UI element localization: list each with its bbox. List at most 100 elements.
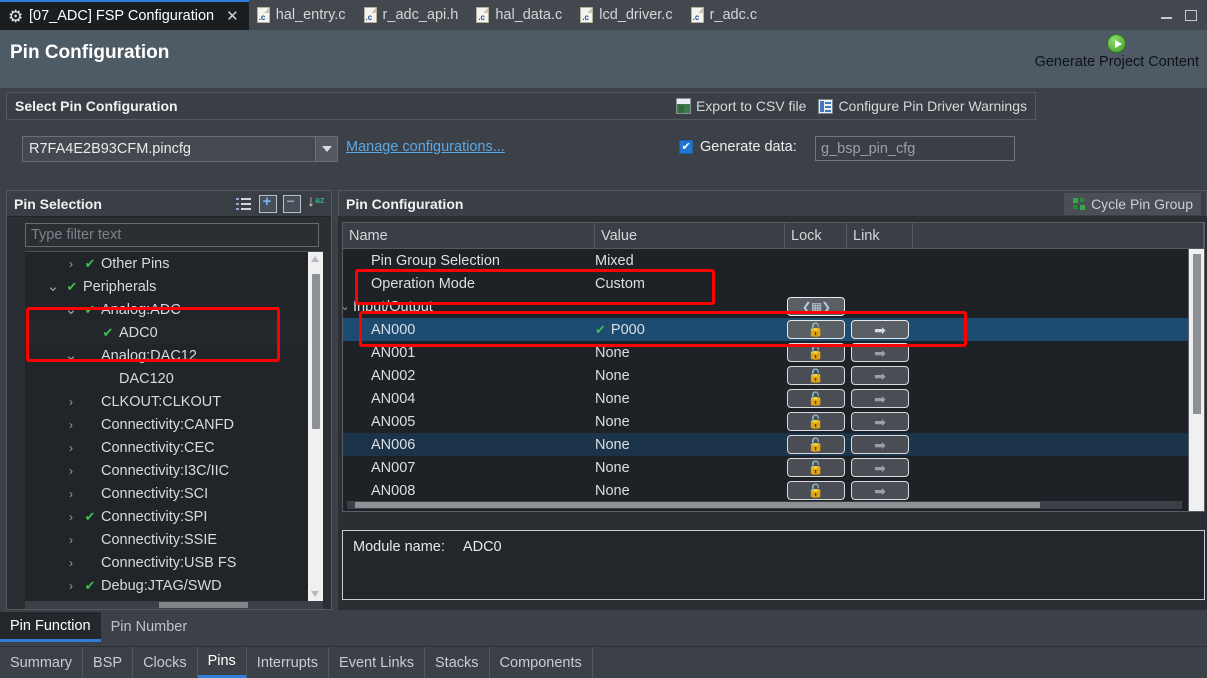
editor-tab-lcd-driver-c[interactable]: lcd_driver.c — [572, 0, 682, 30]
link-button[interactable]: ➡ — [851, 366, 909, 385]
minimize-icon[interactable] — [1161, 10, 1173, 21]
table-horizontal-scrollbar[interactable] — [347, 501, 1182, 509]
cell-value[interactable]: Custom — [595, 276, 785, 292]
tree-item[interactable]: ›Connectivity:CEC — [25, 436, 323, 459]
chevron-right-icon[interactable]: › — [61, 464, 81, 478]
link-button[interactable]: ➡ — [851, 435, 909, 454]
chevron-right-icon[interactable]: › — [61, 556, 81, 570]
expand-all-icon[interactable] — [259, 195, 277, 213]
pin-group-button[interactable]: ❮▦❯ — [787, 297, 845, 316]
cell-value[interactable]: None — [595, 368, 785, 384]
tree-item[interactable]: ✔ADC0 — [25, 321, 323, 344]
tab-components[interactable]: Components — [490, 647, 593, 678]
tab-summary[interactable]: Summary — [0, 647, 83, 678]
table-row[interactable]: Pin Group SelectionMixed — [343, 249, 1204, 272]
scrollbar-thumb[interactable] — [159, 602, 248, 608]
editor-tab-r-adc-api-h[interactable]: r_adc_api.h — [356, 0, 469, 30]
lock-toggle-button[interactable]: 🔓 — [787, 343, 845, 362]
tree-item[interactable]: ›Connectivity:SCI — [25, 482, 323, 505]
editor-tab-fsp-configuration[interactable]: [07_ADC] FSP Configuration ✕ — [0, 0, 249, 30]
table-row[interactable]: AN004None🔓➡ — [343, 387, 1204, 410]
generate-data-checkbox[interactable] — [679, 140, 693, 154]
export-to-csv-button[interactable]: Export to CSV file — [672, 97, 811, 115]
chevron-right-icon[interactable]: › — [61, 418, 81, 432]
tree-item[interactable]: ⌄Analog:DAC12 — [25, 344, 323, 367]
tree-horizontal-scrollbar[interactable] — [25, 601, 323, 609]
tab-pin-number[interactable]: Pin Number — [101, 612, 198, 642]
link-button[interactable]: ➡ — [851, 481, 909, 500]
tree-vertical-scrollbar[interactable] — [308, 252, 323, 601]
cycle-pin-group-button[interactable]: Cycle Pin Group — [1064, 193, 1201, 215]
cell-value[interactable]: None — [595, 437, 785, 453]
maximize-icon[interactable] — [1185, 10, 1197, 21]
lock-toggle-button[interactable]: 🔓 — [787, 412, 845, 431]
link-button[interactable]: ➡ — [851, 458, 909, 477]
chevron-right-icon[interactable]: › — [61, 579, 81, 593]
tree-item[interactable]: ›✔Connectivity:SPI — [25, 505, 323, 528]
table-row[interactable]: AN002None🔓➡ — [343, 364, 1204, 387]
chevron-right-icon[interactable]: › — [61, 395, 81, 409]
tree-item[interactable]: ›Connectivity:I3C/IIC — [25, 459, 323, 482]
chevron-down-icon[interactable] — [315, 137, 337, 161]
chevron-down-icon[interactable]: ⌄ — [61, 352, 81, 360]
tab-pins[interactable]: Pins — [198, 647, 247, 678]
table-row[interactable]: ⌄Input/Output❮▦❯ — [343, 295, 1204, 318]
table-row[interactable]: AN000✔P000🔓➡ — [343, 318, 1204, 341]
scrollbar-thumb[interactable] — [1193, 254, 1201, 414]
tab-event-links[interactable]: Event Links — [329, 647, 425, 678]
table-row[interactable]: AN008None🔓➡ — [343, 479, 1204, 502]
editor-tab-r-adc-c[interactable]: r_adc.c — [683, 0, 768, 30]
scrollbar-thumb[interactable] — [355, 502, 1040, 508]
tab-pin-function[interactable]: Pin Function — [0, 612, 101, 642]
link-button[interactable]: ➡ — [851, 320, 909, 339]
cell-value[interactable]: None — [595, 345, 785, 361]
link-button[interactable]: ➡ — [851, 389, 909, 408]
lock-toggle-button[interactable]: 🔓 — [787, 320, 845, 339]
tree-item[interactable]: ›Connectivity:USB FS — [25, 551, 323, 574]
table-vertical-scrollbar[interactable] — [1188, 249, 1204, 511]
lock-toggle-button[interactable]: 🔓 — [787, 481, 845, 500]
column-header-name[interactable]: Name — [343, 223, 595, 248]
manage-configurations-link[interactable]: Manage configurations... — [346, 139, 505, 155]
table-row[interactable]: AN001None🔓➡ — [343, 341, 1204, 364]
chevron-right-icon[interactable]: › — [61, 487, 81, 501]
lock-toggle-button[interactable]: 🔓 — [787, 366, 845, 385]
generate-project-content-button[interactable]: Generate Project Content — [1035, 34, 1199, 70]
tab-bsp[interactable]: BSP — [83, 647, 133, 678]
tree-item[interactable]: ›Connectivity:SSIE — [25, 528, 323, 551]
chevron-down-icon[interactable]: ⌄ — [61, 306, 81, 314]
chevron-right-icon[interactable]: › — [61, 441, 81, 455]
close-icon[interactable]: ✕ — [226, 7, 239, 25]
configure-pin-driver-warnings-button[interactable]: Configure Pin Driver Warnings — [814, 97, 1031, 115]
editor-tab-hal-data-c[interactable]: hal_data.c — [468, 0, 572, 30]
tree-item[interactable]: ›CLKOUT:CLKOUT — [25, 390, 323, 413]
table-row[interactable]: AN005None🔓➡ — [343, 410, 1204, 433]
tree-item[interactable]: ›✔Other Pins — [25, 252, 323, 275]
cell-value[interactable]: None — [595, 483, 785, 499]
chevron-down-icon[interactable]: ⌄ — [43, 283, 63, 291]
chevron-right-icon[interactable]: › — [61, 510, 81, 524]
tab-clocks[interactable]: Clocks — [133, 647, 198, 678]
column-header-value[interactable]: Value — [595, 223, 785, 248]
chevron-right-icon[interactable]: › — [61, 533, 81, 547]
filter-input[interactable]: Type filter text — [25, 223, 319, 247]
sort-az-icon[interactable] — [307, 195, 325, 213]
table-row[interactable]: Operation ModeCustom — [343, 272, 1204, 295]
link-button[interactable]: ➡ — [851, 343, 909, 362]
cell-value[interactable]: None — [595, 460, 785, 476]
link-button[interactable]: ➡ — [851, 412, 909, 431]
tab-interrupts[interactable]: Interrupts — [247, 647, 329, 678]
cell-value[interactable]: ✔P000 — [595, 322, 785, 338]
tree-item[interactable]: ›Connectivity:CANFD — [25, 413, 323, 436]
lock-toggle-button[interactable]: 🔓 — [787, 389, 845, 408]
tree-item[interactable]: ⌄✔Peripherals — [25, 275, 323, 298]
tree-item[interactable]: ⌄✔Analog:ADC — [25, 298, 323, 321]
tab-stacks[interactable]: Stacks — [425, 647, 490, 678]
table-row[interactable]: AN006None🔓➡ — [343, 433, 1204, 456]
scroll-up-icon[interactable] — [311, 256, 319, 262]
scroll-down-icon[interactable] — [311, 591, 319, 597]
cell-value[interactable]: Mixed — [595, 253, 785, 269]
lock-toggle-button[interactable]: 🔓 — [787, 458, 845, 477]
list-icon[interactable] — [235, 195, 253, 213]
generate-data-input[interactable]: g_bsp_pin_cfg — [815, 136, 1015, 161]
